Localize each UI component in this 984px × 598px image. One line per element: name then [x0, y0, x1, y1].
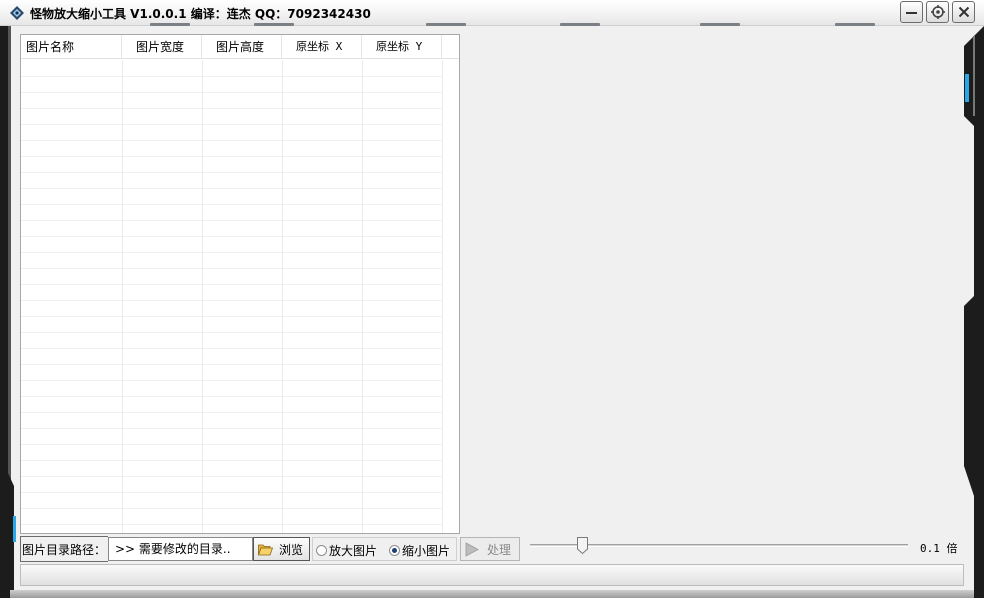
list-row-separator: [21, 220, 442, 221]
list-row-separator: [21, 140, 442, 141]
radio-enlarge-label: 放大图片: [329, 543, 378, 558]
list-row-separator: [21, 492, 442, 493]
list-row-separator: [21, 412, 442, 413]
list-row-separator: [21, 204, 442, 205]
list-row-separator: [21, 476, 442, 477]
scale-ratio-readout: 0.1 倍: [920, 542, 958, 555]
list-column-separator: [282, 60, 283, 533]
radio-enlarge-indicator[interactable]: [316, 544, 327, 556]
slider-thumb[interactable]: [576, 537, 588, 554]
right-frame-border: [964, 26, 984, 598]
settings-icon: [930, 5, 945, 19]
list-row-separator: [21, 92, 442, 93]
list-header: 图片名称 图片宽度 图片高度 原坐标 X 原坐标 Y: [21, 35, 459, 59]
column-header-image-height[interactable]: 图片高度: [202, 35, 282, 59]
title-bar[interactable]: 怪物放大缩小工具 V1.0.0.1 编译：连杰 QQ：7092342430: [0, 0, 984, 26]
list-row-separator: [21, 268, 442, 269]
scale-mode-radio-group: 放大图片 缩小图片: [312, 537, 457, 561]
app-window: 怪物放大缩小工具 V1.0.0.1 编译：连杰 QQ：7092342430 图片…: [0, 0, 984, 598]
settings-button[interactable]: [926, 1, 949, 23]
list-column-separator: [202, 60, 203, 533]
list-row-separator: [21, 284, 442, 285]
list-row-separator: [21, 252, 442, 253]
list-row-separator: [21, 188, 442, 189]
list-row-separator: [21, 444, 442, 445]
bottom-frame-edge: [10, 590, 974, 598]
column-header-image-width[interactable]: 图片宽度: [122, 35, 202, 59]
directory-path-input[interactable]: >> 需要修改的目录..: [108, 537, 253, 561]
window-title: 怪物放大缩小工具 V1.0.0.1 编译：连杰 QQ：7092342430: [30, 7, 371, 21]
browse-button-label: 浏览: [279, 542, 304, 557]
list-row-separator: [21, 316, 442, 317]
list-body[interactable]: [21, 60, 459, 533]
list-row-separator: [21, 156, 442, 157]
path-label: 图片目录路径：: [20, 536, 108, 562]
list-row-separator: [21, 236, 442, 237]
process-button[interactable]: 处理: [460, 537, 520, 561]
list-row-separator: [21, 124, 442, 125]
list-row-separator: [21, 428, 442, 429]
column-header-orig-x[interactable]: 原坐标 X: [282, 35, 362, 59]
list-row-separator: [21, 300, 442, 301]
scale-ratio-slider[interactable]: [530, 536, 910, 562]
status-bar: [20, 564, 964, 586]
play-icon: [465, 541, 479, 557]
column-header-orig-y[interactable]: 原坐标 Y: [362, 35, 442, 59]
list-row-separator: [21, 460, 442, 461]
image-preview-area: [461, 34, 964, 534]
process-button-label: 处理: [487, 542, 512, 557]
left-frame-border: [0, 26, 16, 598]
list-row-separator: [21, 364, 442, 365]
list-row-separator: [21, 76, 442, 77]
list-column-separator: [442, 60, 443, 533]
list-row-separator: [21, 524, 442, 525]
radio-shrink-indicator[interactable]: [389, 544, 400, 556]
list-row-separator: [21, 380, 442, 381]
list-column-separator: [362, 60, 363, 533]
app-logo-icon: [10, 6, 24, 20]
list-column-separator: [122, 60, 123, 533]
radio-shrink-label: 缩小图片: [402, 543, 451, 558]
list-row-separator: [21, 396, 442, 397]
minimize-button[interactable]: [900, 1, 923, 23]
list-row-separator: [21, 172, 442, 173]
radio-enlarge-image[interactable]: 放大图片: [316, 538, 377, 562]
close-button[interactable]: [952, 1, 975, 23]
list-row-separator: [21, 508, 442, 509]
list-row-separator: [21, 332, 442, 333]
title-bar-decoration: [0, 23, 900, 26]
minimize-icon: [906, 11, 917, 14]
folder-open-icon: [258, 544, 273, 555]
close-icon: [958, 6, 969, 18]
radio-shrink-image[interactable]: 缩小图片: [389, 538, 450, 562]
list-row-separator: [21, 108, 442, 109]
bottom-toolbar: 图片目录路径： >> 需要修改的目录.. 浏览 放大图片 缩小图片 处理 0.1…: [20, 536, 964, 562]
column-header-image-name[interactable]: 图片名称: [21, 35, 122, 59]
list-row-separator: [21, 348, 442, 349]
image-list-view[interactable]: 图片名称 图片宽度 图片高度 原坐标 X 原坐标 Y: [20, 34, 460, 534]
browse-button[interactable]: 浏览: [253, 537, 310, 561]
